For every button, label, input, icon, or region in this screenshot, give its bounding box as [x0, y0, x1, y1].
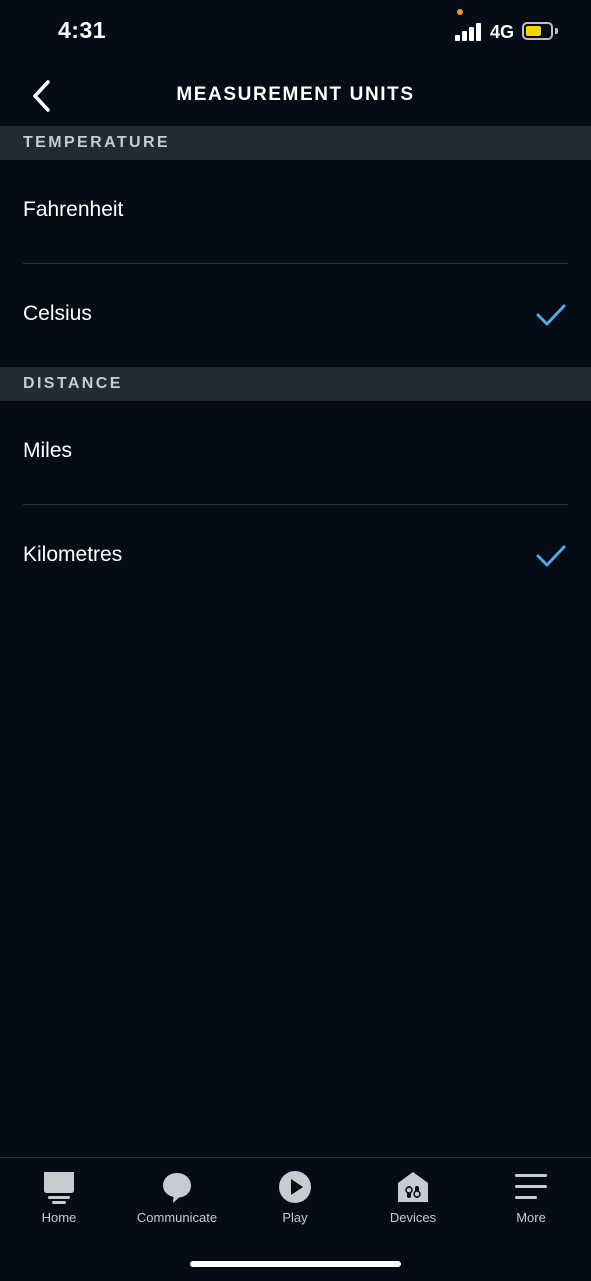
option-celsius[interactable]: Celsius: [0, 264, 591, 367]
privacy-indicator-dot: [457, 9, 463, 15]
status-time: 4:31: [58, 17, 107, 43]
section-title: TEMPERATURE: [23, 134, 170, 151]
section-header-temperature: TEMPERATURE: [0, 126, 591, 160]
play-icon: [279, 1171, 311, 1203]
option-label: Miles: [23, 439, 73, 462]
section-title: DISTANCE: [23, 375, 123, 392]
checkmark-icon: [536, 545, 566, 567]
option-label: Fahrenheit: [23, 198, 124, 221]
option-fahrenheit[interactable]: Fahrenheit: [0, 160, 591, 263]
tab-label: More: [516, 1210, 546, 1225]
checkmark-icon: [536, 304, 566, 326]
battery-cap: [555, 28, 558, 34]
option-label: Kilometres: [23, 543, 123, 566]
tab-play[interactable]: Play: [236, 1158, 354, 1238]
section-header-distance: DISTANCE: [0, 367, 591, 401]
network-type: 4G: [490, 22, 515, 42]
option-miles[interactable]: Miles: [0, 401, 591, 504]
battery-icon: [522, 22, 553, 40]
home-indicator[interactable]: [190, 1261, 401, 1267]
tab-label: Devices: [389, 1210, 437, 1225]
tab-devices[interactable]: Devices: [354, 1158, 472, 1238]
tab-more[interactable]: More: [472, 1158, 590, 1238]
option-label: Celsius: [23, 302, 92, 325]
tab-label: Home: [41, 1210, 77, 1225]
devices-home-icon: [398, 1172, 428, 1202]
status-bar: 4:31 4G: [0, 0, 591, 64]
cellular-signal-icon: [455, 23, 483, 41]
tab-label: Communicate: [136, 1210, 218, 1225]
menu-icon: [515, 1174, 547, 1199]
chat-bubble-icon: [163, 1173, 191, 1203]
tab-home[interactable]: Home: [0, 1158, 118, 1238]
nav-header: MEASUREMENT UNITS: [0, 64, 591, 126]
tab-label: Play: [282, 1210, 308, 1225]
option-kilometres[interactable]: Kilometres: [0, 505, 591, 608]
tab-communicate[interactable]: Communicate: [118, 1158, 236, 1238]
home-icon: [44, 1172, 74, 1204]
page-title: MEASUREMENT UNITS: [176, 84, 415, 105]
